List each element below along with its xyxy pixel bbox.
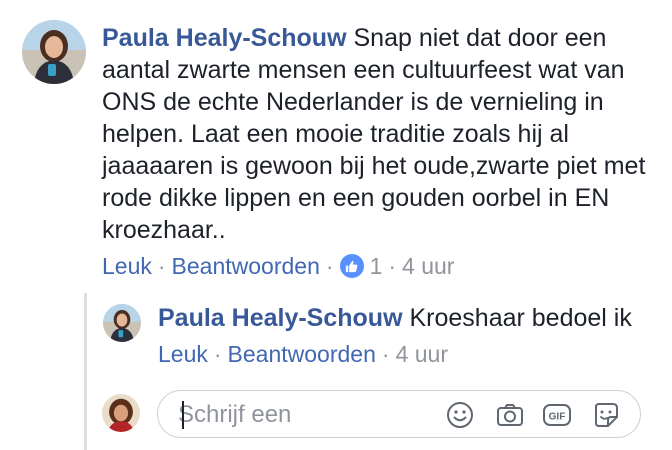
separator: ·: [388, 253, 397, 279]
reply-reply-button[interactable]: Beantwoorden: [228, 339, 376, 369]
like-button[interactable]: Leuk: [102, 251, 152, 281]
thumbs-up-icon[interactable]: [339, 254, 364, 278]
comment-timestamp[interactable]: 4 uur: [402, 251, 454, 281]
reply-thread-line: [84, 293, 87, 450]
separator: ·: [213, 341, 222, 367]
commenter-avatar[interactable]: [22, 20, 86, 84]
separator: ·: [157, 253, 166, 279]
gif-label: GIF: [549, 412, 566, 423]
camera-icon[interactable]: [494, 400, 526, 430]
comment-actions: Leuk · Beantwoorden · 1 · 4 uur: [102, 251, 454, 281]
comment-author-link[interactable]: Paula Healy-Schouw: [102, 24, 347, 52]
comment-input[interactable]: [178, 400, 438, 430]
separator: ·: [381, 341, 390, 367]
current-user-avatar: [102, 394, 140, 432]
comment-body: Paula Healy-Schouw Snap niet dat door ee…: [102, 22, 662, 246]
gif-icon[interactable]: GIF: [541, 400, 573, 430]
sticker-icon[interactable]: [590, 400, 622, 430]
reply-button[interactable]: Beantwoorden: [172, 251, 320, 281]
emoji-icon[interactable]: [444, 400, 476, 430]
reaction-count[interactable]: 1: [370, 251, 383, 281]
separator: ·: [325, 253, 334, 279]
reply-timestamp[interactable]: 4 uur: [396, 339, 448, 369]
reply-author-link[interactable]: Paula Healy-Schouw: [158, 304, 403, 332]
reply-body: Paula Healy-Schouw Kroeshaar bedoel ik: [158, 302, 658, 334]
reply-actions: Leuk · Beantwoorden · 4 uur: [158, 339, 448, 369]
text-caret: [182, 401, 184, 429]
comment-composer[interactable]: GIF: [157, 390, 641, 438]
comment-text: Snap niet dat door een aantal zwarte men…: [102, 24, 646, 244]
reply-like-button[interactable]: Leuk: [158, 339, 208, 369]
reply-avatar[interactable]: [103, 304, 141, 342]
reply-text: Kroeshaar bedoel ik: [409, 304, 632, 332]
